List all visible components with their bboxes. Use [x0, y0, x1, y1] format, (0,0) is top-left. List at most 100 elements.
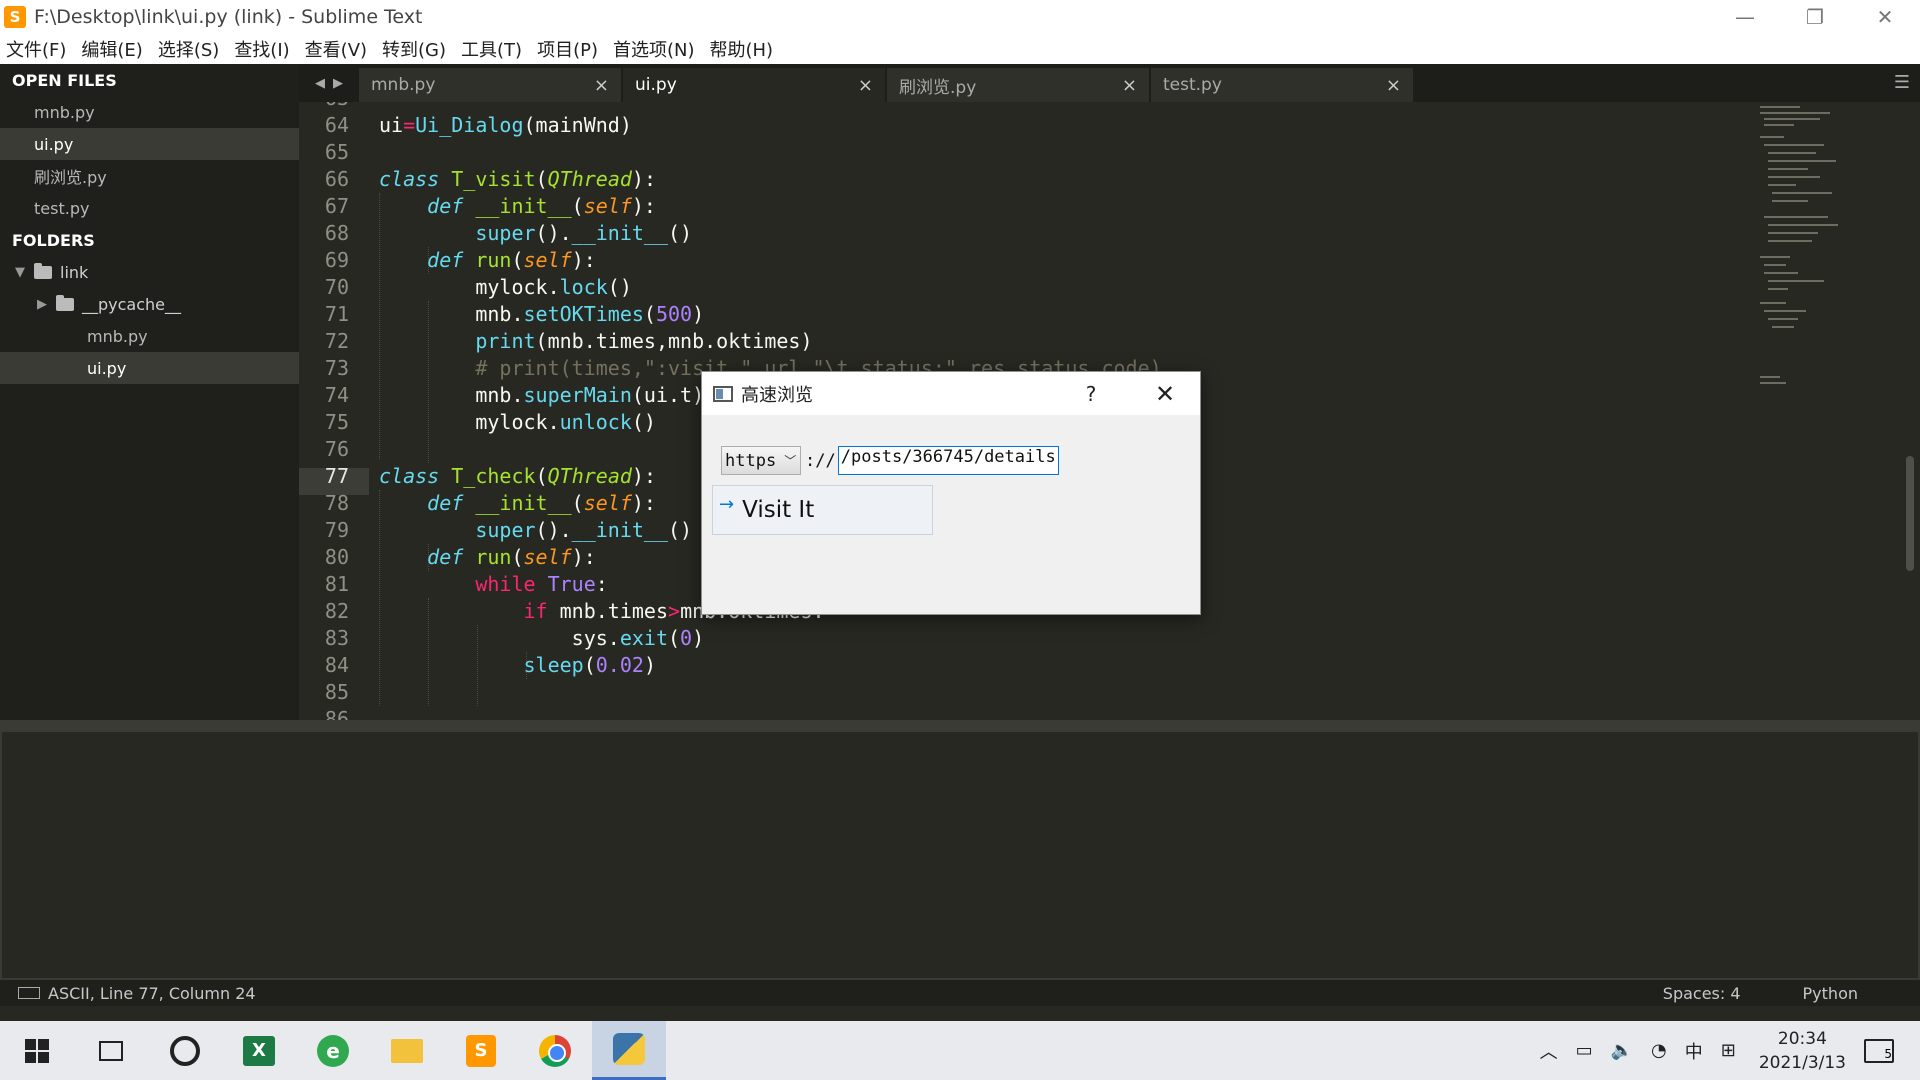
folder-file-item[interactable]: mnb.py — [0, 320, 299, 352]
taskbar-app-explorer[interactable] — [370, 1021, 444, 1080]
minimap-line — [1768, 160, 1836, 162]
tab-ui-active[interactable]: ui.py × — [623, 68, 885, 102]
taskbar-app-excel[interactable]: X — [222, 1021, 296, 1080]
menu-tools[interactable]: 工具(T) — [461, 36, 522, 62]
chrome-icon — [539, 1034, 571, 1067]
line-gutter: 63 64 65 66 67 68 69 70 71 72 73 74 75 7… — [299, 102, 369, 720]
folder-label: link — [60, 262, 89, 282]
volume-icon[interactable]: 🔈 — [1611, 1040, 1633, 1061]
menu-edit[interactable]: 编辑(E) — [81, 36, 142, 62]
line-number: 78 — [324, 491, 349, 515]
restore-button[interactable]: ❐ — [1780, 0, 1850, 34]
tab-menu-icon[interactable]: ☰ — [1894, 72, 1910, 93]
line-number: 70 — [324, 275, 349, 299]
menu-project[interactable]: 项目(P) — [537, 36, 598, 62]
line-number: 72 — [324, 329, 349, 353]
open-files-header: OPEN FILES — [12, 70, 117, 90]
vertical-scrollbar-thumb[interactable] — [1906, 456, 1914, 571]
minimap-line — [1760, 382, 1786, 384]
visit-button[interactable]: → Visit It — [712, 485, 933, 535]
dialog-help-button[interactable]: ? — [1079, 372, 1103, 415]
menu-help[interactable]: 帮助(H) — [710, 36, 774, 62]
tab-close-icon[interactable]: × — [594, 75, 609, 96]
tab-next-icon[interactable]: ▶ — [333, 76, 343, 91]
minimize-button[interactable]: — — [1710, 0, 1780, 34]
taskbar-app-browser[interactable]: e — [296, 1021, 370, 1080]
open-file-item[interactable]: 刷浏览.py — [0, 160, 299, 192]
start-button[interactable] — [0, 1021, 74, 1080]
status-syntax[interactable]: Python — [1803, 984, 1858, 1003]
python-icon — [613, 1033, 645, 1065]
tab-shualanlan[interactable]: 刷浏览.py × — [887, 68, 1149, 102]
collapsed-triangle-icon[interactable]: ▶ — [34, 297, 50, 312]
menu-find[interactable]: 查找(I) — [234, 36, 289, 62]
code-line: def __init__(self): — [427, 194, 656, 218]
minimap[interactable] — [1760, 106, 1860, 406]
folder-link[interactable]: ▼ link — [0, 256, 299, 288]
line-number: 73 — [324, 356, 349, 380]
taskbar-app-fan[interactable] — [148, 1021, 222, 1080]
url-separator: :// — [805, 450, 836, 471]
notification-icon[interactable]: 5 — [1864, 1038, 1894, 1063]
line-number: 81 — [324, 572, 349, 596]
output-panel[interactable] — [0, 730, 1920, 980]
code-line: class T_visit(QThread): — [379, 167, 656, 191]
code-line: mnb.superMain(ui.t) — [379, 383, 705, 407]
dialog-title: 高速浏览 — [741, 384, 813, 406]
clock[interactable]: 20:34 2021/3/13 — [1759, 1027, 1846, 1075]
tab-prev-icon[interactable]: ◀ — [315, 76, 325, 91]
window-controls: — ❐ ✕ — [1710, 0, 1920, 34]
open-file-item-active[interactable]: ui.py — [0, 128, 299, 160]
line-number: 67 — [324, 194, 349, 218]
minimap-line — [1764, 216, 1828, 218]
tab-close-icon[interactable]: × — [1386, 75, 1401, 96]
minimap-line — [1764, 272, 1798, 274]
console-toggle-icon[interactable] — [18, 987, 40, 999]
folder-pycache[interactable]: ▶ __pycache__ — [0, 288, 299, 320]
menu-selection[interactable]: 选择(S) — [158, 36, 219, 62]
code-line-current: class T_check(QThread): — [379, 464, 656, 488]
open-file-item[interactable]: mnb.py — [0, 96, 299, 128]
url-input[interactable]: s/posts/366745/details — [837, 446, 1059, 475]
taskbar-app-chrome[interactable] — [518, 1021, 592, 1080]
tray-chevron-up-icon[interactable]: ︿ — [1540, 1038, 1558, 1064]
tab-close-icon[interactable]: × — [858, 75, 873, 96]
minimap-line — [1772, 192, 1832, 194]
taskbar-app-sublime[interactable]: S — [444, 1021, 518, 1080]
fast-browse-dialog: 高速浏览 ? ✕ https ﹀ :// s/posts/366745/deta… — [701, 371, 1201, 615]
minimap-line — [1764, 264, 1786, 266]
expanded-triangle-icon[interactable]: ▼ — [12, 265, 28, 280]
ime-indicator[interactable]: 中 — [1685, 1038, 1703, 1064]
tab-label: ui.py — [635, 75, 677, 95]
line-number: 66 — [324, 167, 349, 191]
status-indentation[interactable]: Spaces: 4 — [1663, 984, 1741, 1003]
close-button[interactable]: ✕ — [1850, 0, 1920, 34]
minimap-line — [1760, 136, 1784, 138]
tab-mnb[interactable]: mnb.py × — [359, 68, 621, 102]
menu-view[interactable]: 查看(V) — [305, 36, 367, 62]
battery-icon[interactable]: ▭ — [1576, 1040, 1593, 1061]
minimap-line — [1764, 124, 1794, 126]
wifi-icon[interactable]: ◔ — [1651, 1040, 1667, 1061]
tab-test[interactable]: test.py × — [1151, 68, 1413, 102]
minimap-line — [1768, 224, 1838, 226]
task-view-button[interactable] — [74, 1021, 148, 1080]
dialog-close-button[interactable]: ✕ — [1150, 372, 1180, 415]
tab-label: 刷浏览.py — [899, 77, 977, 98]
ime-grid-icon[interactable]: ⊞ — [1721, 1040, 1736, 1061]
protocol-select[interactable]: https ﹀ — [721, 446, 801, 475]
line-number: 75 — [324, 410, 349, 434]
menu-file[interactable]: 文件(F) — [6, 36, 66, 62]
minimap-line — [1768, 232, 1818, 234]
title-bar: S F:\Desktop\link\ui.py (link) - Sublime… — [0, 0, 1920, 34]
taskbar-app-python[interactable] — [592, 1021, 666, 1080]
open-file-item[interactable]: test.py — [0, 192, 299, 224]
line-number: 65 — [324, 140, 349, 164]
tab-close-icon[interactable]: × — [1122, 75, 1137, 96]
panel-separator[interactable] — [0, 720, 1920, 730]
menu-bar: 文件(F) 编辑(E) 选择(S) 查找(I) 查看(V) 转到(G) 工具(T… — [0, 34, 1920, 64]
folder-file-item-active[interactable]: ui.py — [0, 352, 299, 384]
arrow-right-icon: → — [719, 493, 735, 515]
menu-preferences[interactable]: 首选项(N) — [613, 36, 695, 62]
menu-goto[interactable]: 转到(G) — [382, 36, 446, 62]
